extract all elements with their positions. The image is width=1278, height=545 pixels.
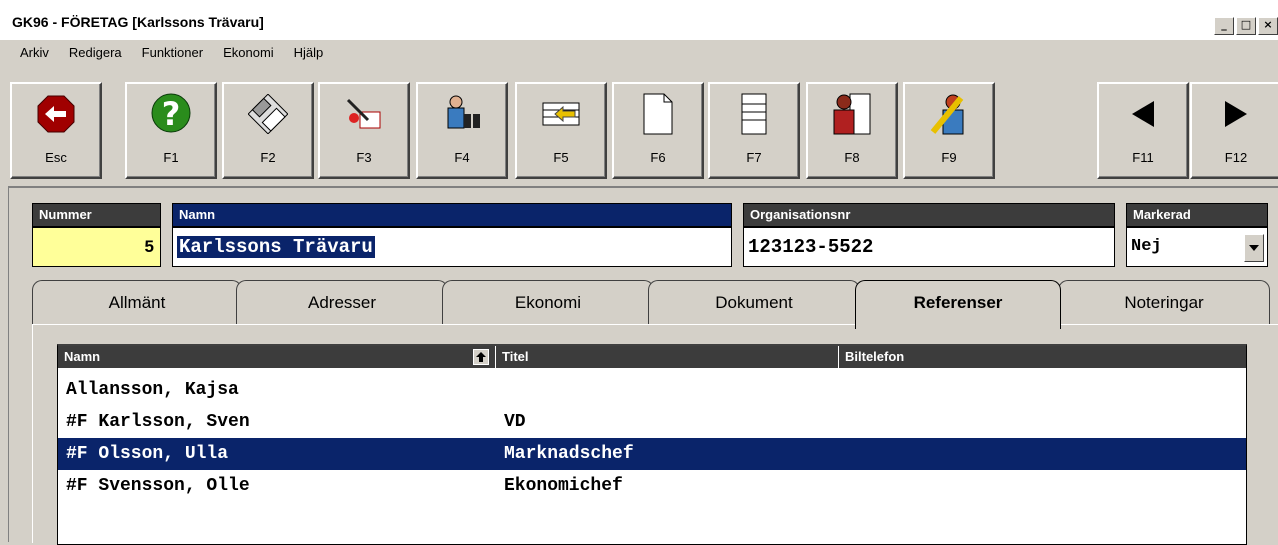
f3-label: F3 <box>356 150 372 165</box>
f12-label: F12 <box>1224 150 1248 165</box>
menu-arkiv[interactable]: Arkiv <box>0 45 57 69</box>
table-row[interactable]: #F Svensson, Olle Ekonomichef <box>58 470 1246 502</box>
close-button[interactable]: × <box>1258 17 1278 35</box>
f9-label: F9 <box>941 150 957 165</box>
menu-ekonomi[interactable]: Ekonomi <box>211 45 282 69</box>
list-arrow-icon <box>539 92 583 136</box>
column-namn[interactable]: Namn <box>58 346 496 368</box>
markerad-select[interactable]: Nej <box>1126 227 1268 267</box>
f1-button[interactable]: ? F1 <box>125 82 217 179</box>
f11-button[interactable]: F11 <box>1097 82 1189 179</box>
row-titel: VD <box>504 412 526 432</box>
markerad-value: Nej <box>1131 237 1162 256</box>
sort-up-icon[interactable] <box>473 349 489 365</box>
stop-back-icon <box>34 92 78 136</box>
grid-header: Namn Titel Biltelefon <box>58 346 1246 368</box>
f5-button[interactable]: F5 <box>515 82 607 179</box>
menu-bar: Arkiv Redigera Funktioner Ekonomi Hjälp <box>0 45 331 69</box>
esc-label: Esc <box>45 150 67 165</box>
next-arrow-icon <box>1214 92 1258 136</box>
svg-text:?: ? <box>162 95 181 133</box>
row-titel: Marknadschef <box>504 444 634 464</box>
orgnr-label: Organisationsnr <box>743 203 1115 227</box>
table-row-selected[interactable]: #F Olsson, Ulla Marknadschef <box>58 438 1246 470</box>
row-namn: #F Olsson, Ulla <box>66 444 229 464</box>
printer-list-icon <box>732 92 776 136</box>
f2-button[interactable]: F2 <box>222 82 314 179</box>
tab-ekonomi[interactable]: Ekonomi <box>442 280 654 326</box>
menu-hjalp[interactable]: Hjälp <box>282 45 332 69</box>
row-namn: #F Karlsson, Sven <box>66 412 250 432</box>
column-titel[interactable]: Titel <box>496 346 839 368</box>
tab-adresser[interactable]: Adresser <box>236 280 448 326</box>
tab-referenser[interactable]: Referenser <box>855 280 1061 329</box>
menu-redigera[interactable]: Redigera <box>57 45 130 69</box>
row-namn: Allansson, Kajsa <box>66 380 239 400</box>
f9-button[interactable]: F9 <box>903 82 995 179</box>
references-grid[interactable]: Namn Titel Biltelefon Allansson, Kajsa #… <box>57 344 1247 545</box>
write-icon <box>342 92 386 136</box>
tab-noteringar[interactable]: Noteringar <box>1058 280 1270 326</box>
column-biltelefon[interactable]: Biltelefon <box>839 346 1246 368</box>
f8-label: F8 <box>844 150 860 165</box>
namn-value: Karlssons Trävaru <box>177 236 375 258</box>
maximize-button[interactable]: □ <box>1236 17 1256 35</box>
minimize-button[interactable]: _ <box>1214 17 1234 35</box>
namn-label: Namn <box>172 203 732 227</box>
esc-button[interactable]: Esc <box>10 82 102 179</box>
f6-button[interactable]: F6 <box>612 82 704 179</box>
f8-button[interactable]: F8 <box>806 82 898 179</box>
dropdown-arrow-icon[interactable] <box>1244 234 1264 262</box>
row-namn: #F Svensson, Olle <box>66 476 250 496</box>
tab-dokument[interactable]: Dokument <box>648 280 860 326</box>
f7-label: F7 <box>746 150 762 165</box>
row-titel: Ekonomichef <box>504 476 623 496</box>
f11-label: F11 <box>1132 150 1154 165</box>
window-title: GK96 - FÖRETAG [Karlssons Trävaru] <box>12 14 264 30</box>
window-left-edge <box>0 186 9 542</box>
column-namn-label: Namn <box>64 349 101 364</box>
f2-label: F2 <box>260 150 276 165</box>
tab-allmant[interactable]: Allmänt <box>32 280 242 326</box>
f4-label: F4 <box>454 150 470 165</box>
prev-arrow-icon <box>1121 92 1165 136</box>
title-bar: GK96 - FÖRETAG [Karlssons Trävaru] _ □ × <box>0 0 1278 40</box>
f1-label: F1 <box>163 150 179 165</box>
f5-label: F5 <box>553 150 569 165</box>
f6-label: F6 <box>650 150 666 165</box>
markerad-label: Markerad <box>1126 203 1268 227</box>
person-pencil-icon <box>927 92 971 136</box>
nummer-field[interactable]: 5 <box>32 227 161 267</box>
orgnr-field[interactable]: 123123-5522 <box>743 227 1115 267</box>
f12-button[interactable]: F12 <box>1190 82 1278 179</box>
help-icon: ? <box>149 92 193 136</box>
nummer-label: Nummer <box>32 203 161 227</box>
table-row[interactable]: Allansson, Kajsa <box>58 374 1246 406</box>
f7-button[interactable]: F7 <box>708 82 800 179</box>
f3-button[interactable]: F3 <box>318 82 410 179</box>
toolbar: Esc ? F1 F2 F3 F4 F5 F6 F7 F8 F9 F11 F12 <box>0 74 1278 188</box>
f4-button[interactable]: F4 <box>416 82 508 179</box>
namn-field[interactable]: Karlssons Trävaru <box>172 227 732 267</box>
blank-page-icon <box>636 92 680 136</box>
diskette-icon <box>246 92 290 136</box>
tab-strip: Allmänt Adresser Ekonomi Dokument Refere… <box>0 280 1278 329</box>
person-list-icon <box>830 92 874 136</box>
menu-funktioner[interactable]: Funktioner <box>130 45 211 69</box>
search-binoculars-icon <box>440 92 484 136</box>
table-row[interactable]: #F Karlsson, Sven VD <box>58 406 1246 438</box>
